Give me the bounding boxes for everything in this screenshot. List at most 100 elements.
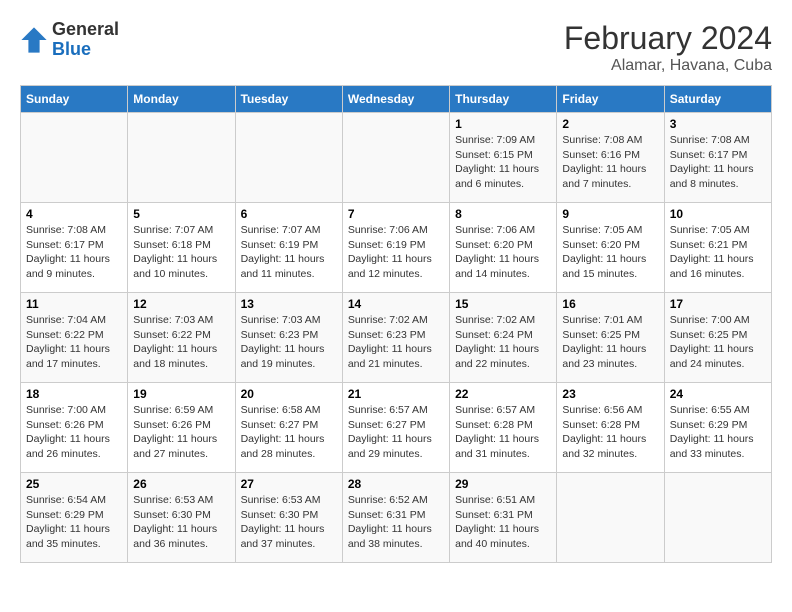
weekday-header-sunday: Sunday	[21, 86, 128, 113]
day-info: Sunrise: 6:57 AM Sunset: 6:28 PM Dayligh…	[455, 403, 551, 462]
calendar-cell: 6Sunrise: 7:07 AM Sunset: 6:19 PM Daylig…	[235, 203, 342, 293]
day-number: 14	[348, 297, 444, 311]
calendar-cell: 14 Sunrise: 7:02 AM Sunset: 6:23 PM Dayli…	[342, 293, 449, 383]
calendar-week-row: 11 Sunrise: 7:04 AM Sunset: 6:22 PM Dayli…	[21, 293, 772, 383]
day-info: Sunrise: 7:01 AM Sunset: 6:25 PM Dayligh…	[562, 313, 658, 372]
calendar-cell: 29 Sunrise: 6:51 AM Sunset: 6:31 PM Dayli…	[450, 473, 557, 563]
day-info: Sunrise: 7:02 AM Sunset: 6:23 PM Dayligh…	[348, 313, 444, 372]
day-number: 23	[562, 387, 658, 401]
day-info: Sunrise: 7:08 AM Sunset: 6:17 PM Dayligh…	[670, 133, 766, 192]
calendar-cell: 3 Sunrise: 7:08 AM Sunset: 6:17 PM Daylig…	[664, 113, 771, 203]
day-info: Sunrise: 6:51 AM Sunset: 6:31 PM Dayligh…	[455, 493, 551, 552]
calendar-cell: 2 Sunrise: 7:08 AM Sunset: 6:16 PM Daylig…	[557, 113, 664, 203]
weekday-header-row: SundayMondayTuesdayWednesdayThursdayFrid…	[21, 86, 772, 113]
day-info: Sunrise: 7:07 AM Sunset: 6:18 PM Dayligh…	[133, 223, 229, 282]
calendar-cell: 4Sunrise: 7:08 AM Sunset: 6:17 PM Daylig…	[21, 203, 128, 293]
calendar-cell: 10 Sunrise: 7:05 AM Sunset: 6:21 PM Dayli…	[664, 203, 771, 293]
calendar-cell: 22Sunrise: 6:57 AM Sunset: 6:28 PM Dayli…	[450, 383, 557, 473]
day-number: 11	[26, 297, 122, 311]
day-number: 17	[670, 297, 766, 311]
header: General Blue February 2024 Alamar, Havan…	[20, 20, 772, 75]
day-info: Sunrise: 6:58 AM Sunset: 6:27 PM Dayligh…	[241, 403, 337, 462]
calendar-cell	[128, 113, 235, 203]
calendar-cell: 25 Sunrise: 6:54 AM Sunset: 6:29 PM Dayli…	[21, 473, 128, 563]
day-info: Sunrise: 7:08 AM Sunset: 6:16 PM Dayligh…	[562, 133, 658, 192]
calendar-cell: 9 Sunrise: 7:05 AM Sunset: 6:20 PM Daylig…	[557, 203, 664, 293]
day-number: 13	[241, 297, 337, 311]
weekday-header-saturday: Saturday	[664, 86, 771, 113]
day-info: Sunrise: 7:00 AM Sunset: 6:25 PM Dayligh…	[670, 313, 766, 372]
calendar-cell: 17 Sunrise: 7:00 AM Sunset: 6:25 PM Dayli…	[664, 293, 771, 383]
day-number: 16	[562, 297, 658, 311]
subtitle: Alamar, Havana, Cuba	[564, 57, 772, 75]
day-number: 5	[133, 207, 229, 221]
main-title: February 2024	[564, 20, 772, 57]
day-number: 24	[670, 387, 766, 401]
weekday-header-friday: Friday	[557, 86, 664, 113]
logo-text: General Blue	[52, 20, 119, 60]
calendar-cell	[342, 113, 449, 203]
day-number: 25	[26, 477, 122, 491]
calendar-cell: 16 Sunrise: 7:01 AM Sunset: 6:25 PM Dayli…	[557, 293, 664, 383]
day-info: Sunrise: 6:53 AM Sunset: 6:30 PM Dayligh…	[133, 493, 229, 552]
logo-icon	[20, 26, 48, 54]
calendar-cell: 13 Sunrise: 7:03 AM Sunset: 6:23 PM Dayli…	[235, 293, 342, 383]
calendar-cell: 5 Sunrise: 7:07 AM Sunset: 6:18 PM Daylig…	[128, 203, 235, 293]
calendar-cell	[235, 113, 342, 203]
day-info: Sunrise: 6:54 AM Sunset: 6:29 PM Dayligh…	[26, 493, 122, 552]
day-info: Sunrise: 6:59 AM Sunset: 6:26 PM Dayligh…	[133, 403, 229, 462]
calendar-cell: 12Sunrise: 7:03 AM Sunset: 6:22 PM Dayli…	[128, 293, 235, 383]
day-number: 18	[26, 387, 122, 401]
calendar-week-row: 18 Sunrise: 7:00 AM Sunset: 6:26 PM Dayli…	[21, 383, 772, 473]
day-number: 8	[455, 207, 551, 221]
day-number: 29	[455, 477, 551, 491]
day-info: Sunrise: 7:06 AM Sunset: 6:20 PM Dayligh…	[455, 223, 551, 282]
day-info: Sunrise: 7:06 AM Sunset: 6:19 PM Dayligh…	[348, 223, 444, 282]
calendar-cell: 19 Sunrise: 6:59 AM Sunset: 6:26 PM Dayli…	[128, 383, 235, 473]
day-info: Sunrise: 7:04 AM Sunset: 6:22 PM Dayligh…	[26, 313, 122, 372]
calendar-cell: 26Sunrise: 6:53 AM Sunset: 6:30 PM Dayli…	[128, 473, 235, 563]
calendar-cell: 1Sunrise: 7:09 AM Sunset: 6:15 PM Daylig…	[450, 113, 557, 203]
day-number: 4	[26, 207, 122, 221]
day-info: Sunrise: 7:02 AM Sunset: 6:24 PM Dayligh…	[455, 313, 551, 372]
weekday-header-thursday: Thursday	[450, 86, 557, 113]
calendar-cell: 27 Sunrise: 6:53 AM Sunset: 6:30 PM Dayli…	[235, 473, 342, 563]
weekday-header-wednesday: Wednesday	[342, 86, 449, 113]
day-info: Sunrise: 7:05 AM Sunset: 6:21 PM Dayligh…	[670, 223, 766, 282]
calendar-week-row: 4Sunrise: 7:08 AM Sunset: 6:17 PM Daylig…	[21, 203, 772, 293]
day-number: 21	[348, 387, 444, 401]
calendar-cell: 23 Sunrise: 6:56 AM Sunset: 6:28 PM Dayli…	[557, 383, 664, 473]
day-number: 2	[562, 117, 658, 131]
day-info: Sunrise: 6:56 AM Sunset: 6:28 PM Dayligh…	[562, 403, 658, 462]
calendar-cell	[21, 113, 128, 203]
day-info: Sunrise: 7:05 AM Sunset: 6:20 PM Dayligh…	[562, 223, 658, 282]
day-number: 9	[562, 207, 658, 221]
day-info: Sunrise: 7:03 AM Sunset: 6:23 PM Dayligh…	[241, 313, 337, 372]
day-number: 1	[455, 117, 551, 131]
day-info: Sunrise: 7:00 AM Sunset: 6:26 PM Dayligh…	[26, 403, 122, 462]
calendar-cell: 11 Sunrise: 7:04 AM Sunset: 6:22 PM Dayli…	[21, 293, 128, 383]
logo-blue-text: Blue	[52, 39, 91, 59]
calendar-cell: 8 Sunrise: 7:06 AM Sunset: 6:20 PM Daylig…	[450, 203, 557, 293]
calendar-week-row: 1Sunrise: 7:09 AM Sunset: 6:15 PM Daylig…	[21, 113, 772, 203]
weekday-header-tuesday: Tuesday	[235, 86, 342, 113]
calendar-cell: 15 Sunrise: 7:02 AM Sunset: 6:24 PM Dayli…	[450, 293, 557, 383]
day-info: Sunrise: 6:53 AM Sunset: 6:30 PM Dayligh…	[241, 493, 337, 552]
calendar-cell: 21 Sunrise: 6:57 AM Sunset: 6:27 PM Dayli…	[342, 383, 449, 473]
day-info: Sunrise: 6:57 AM Sunset: 6:27 PM Dayligh…	[348, 403, 444, 462]
calendar-cell: 20 Sunrise: 6:58 AM Sunset: 6:27 PM Dayli…	[235, 383, 342, 473]
day-number: 15	[455, 297, 551, 311]
day-number: 19	[133, 387, 229, 401]
calendar-cell: 18 Sunrise: 7:00 AM Sunset: 6:26 PM Dayli…	[21, 383, 128, 473]
calendar-table: SundayMondayTuesdayWednesdayThursdayFrid…	[20, 85, 772, 563]
day-info: Sunrise: 7:07 AM Sunset: 6:19 PM Dayligh…	[241, 223, 337, 282]
calendar-cell	[557, 473, 664, 563]
day-number: 7	[348, 207, 444, 221]
day-info: Sunrise: 6:52 AM Sunset: 6:31 PM Dayligh…	[348, 493, 444, 552]
calendar-cell: 24Sunrise: 6:55 AM Sunset: 6:29 PM Dayli…	[664, 383, 771, 473]
day-number: 27	[241, 477, 337, 491]
calendar-week-row: 25 Sunrise: 6:54 AM Sunset: 6:29 PM Dayli…	[21, 473, 772, 563]
day-number: 10	[670, 207, 766, 221]
day-number: 20	[241, 387, 337, 401]
day-number: 3	[670, 117, 766, 131]
